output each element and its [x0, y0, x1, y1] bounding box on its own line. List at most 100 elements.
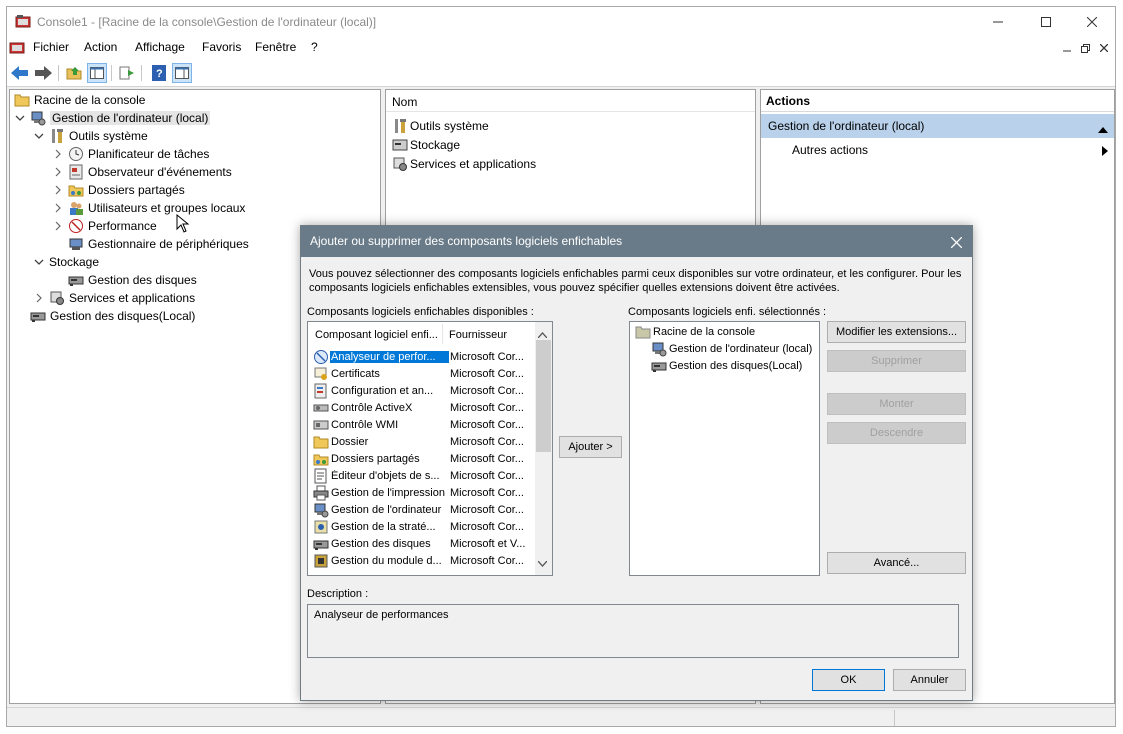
- chevron-right-icon[interactable]: [52, 202, 64, 214]
- minimize-button[interactable]: [975, 7, 1021, 37]
- menu-fenetre[interactable]: Fenêtre: [255, 40, 296, 54]
- result-item-services-applications[interactable]: Services et applications: [392, 155, 536, 173]
- column-header-vendor[interactable]: Fournisseur: [449, 329, 507, 345]
- advanced-button[interactable]: Avancé...: [827, 552, 966, 574]
- snapin-vendor: Microsoft Cor...: [450, 452, 524, 465]
- tree-item-task-scheduler[interactable]: Planificateur de tâches: [52, 145, 209, 163]
- column-header-name[interactable]: Nom: [386, 90, 755, 112]
- snapin-list-item[interactable]: Certificats Microsoft Cor...: [313, 365, 533, 382]
- mdi-minimize-icon[interactable]: [1059, 41, 1075, 55]
- export-list-icon[interactable]: [117, 63, 137, 83]
- toolbar: ?: [7, 59, 1115, 87]
- tree-item-console-root[interactable]: Racine de la console: [14, 91, 145, 109]
- clock-icon: [68, 146, 84, 162]
- up-folder-icon[interactable]: [64, 63, 84, 83]
- menu-affichage[interactable]: Affichage: [135, 40, 185, 54]
- remove-button[interactable]: Supprimer: [827, 350, 966, 372]
- snapin-list-item[interactable]: Configuration et an... Microsoft Cor...: [313, 382, 533, 399]
- tree-item-computer-management[interactable]: Gestion de l'ordinateur (local): [14, 109, 211, 127]
- console-icon[interactable]: [9, 40, 25, 59]
- chevron-right-icon[interactable]: [33, 292, 45, 304]
- scrollbar-thumb[interactable]: [536, 340, 551, 452]
- menu-favoris[interactable]: Favoris: [202, 40, 241, 54]
- tree-item-storage[interactable]: Stockage: [33, 253, 99, 271]
- svg-text:?: ?: [156, 68, 163, 80]
- add-button[interactable]: Ajouter >: [559, 436, 622, 458]
- show-action-pane-icon[interactable]: [172, 63, 192, 83]
- action-more-actions[interactable]: Autres actions: [792, 143, 868, 157]
- snapin-list-item[interactable]: Gestion du module d... Microsoft Cor...: [313, 552, 533, 569]
- policy-editor-icon: [313, 468, 329, 484]
- selected-item-computer-management[interactable]: Gestion de l'ordinateur (local): [651, 340, 812, 357]
- show-tree-icon[interactable]: [87, 63, 107, 83]
- tree-item-disk-management[interactable]: Gestion des disques: [68, 271, 197, 289]
- tree-item-system-tools[interactable]: Outils système: [33, 127, 148, 145]
- printer-icon: [313, 485, 329, 501]
- selected-snapins-list[interactable]: Racine de la console Gestion de l'ordina…: [629, 321, 820, 576]
- chevron-down-icon[interactable]: [33, 256, 45, 268]
- submenu-arrow-icon[interactable]: [1102, 145, 1108, 159]
- move-down-button[interactable]: Descendre: [827, 422, 966, 444]
- result-item-system-tools[interactable]: Outils système: [392, 117, 489, 135]
- chevron-right-icon[interactable]: [52, 148, 64, 160]
- tree-item-device-manager[interactable]: Gestionnaire de périphériques: [68, 235, 249, 253]
- edit-extensions-button[interactable]: Modifier les extensions...: [827, 321, 966, 343]
- tree-item-performance[interactable]: Performance: [52, 217, 157, 235]
- mdi-close-icon[interactable]: [1096, 41, 1112, 55]
- scroll-down-icon[interactable]: [537, 556, 548, 570]
- menu-help[interactable]: ?: [311, 40, 318, 54]
- chevron-right-icon[interactable]: [52, 184, 64, 196]
- available-snapins-list[interactable]: Composant logiciel enfi... Fournisseur A…: [307, 321, 553, 576]
- snapin-list-item[interactable]: Dossiers partagés Microsoft Cor...: [313, 450, 533, 467]
- selected-item-disk-management[interactable]: Gestion des disques(Local): [651, 357, 802, 374]
- tree-item-shared-folders[interactable]: Dossiers partagés: [52, 181, 185, 199]
- shared-folder-icon: [313, 451, 329, 467]
- snapin-list-item[interactable]: Analyseur de perfor... Microsoft Cor...: [313, 348, 533, 365]
- snapin-name: Gestion de l'impression: [331, 486, 445, 499]
- selected-item-console-root[interactable]: Racine de la console: [635, 323, 755, 340]
- snapin-list-item[interactable]: Gestion de l'ordinateur Microsoft Cor...: [313, 501, 533, 518]
- device-manager-icon: [68, 236, 84, 252]
- snapin-list-item[interactable]: Gestion des disques Microsoft et V...: [313, 535, 533, 552]
- maximize-button[interactable]: [1023, 7, 1069, 37]
- disk-icon: [68, 272, 84, 288]
- tree-item-disk-management-local[interactable]: Gestion des disques(Local): [30, 307, 195, 325]
- chevron-down-icon[interactable]: [14, 112, 26, 124]
- vertical-scrollbar[interactable]: [535, 322, 552, 575]
- snapin-vendor: Microsoft Cor...: [450, 503, 524, 516]
- ok-button[interactable]: OK: [812, 669, 885, 691]
- tree-item-services-applications[interactable]: Services et applications: [33, 289, 195, 307]
- snapin-list-item[interactable]: Contrôle ActiveX Microsoft Cor...: [313, 399, 533, 416]
- menu-action[interactable]: Action: [84, 40, 117, 54]
- menu-fichier[interactable]: Fichier: [33, 40, 69, 54]
- snapin-list-item[interactable]: Dossier Microsoft Cor...: [313, 433, 533, 450]
- move-up-button[interactable]: Monter: [827, 393, 966, 415]
- scroll-up-icon[interactable]: [537, 327, 548, 341]
- result-item-storage[interactable]: Stockage: [392, 136, 460, 154]
- cancel-button[interactable]: Annuler: [893, 669, 966, 691]
- mouse-cursor-icon: [176, 213, 190, 237]
- snapin-list-item[interactable]: Gestion de la straté... Microsoft Cor...: [313, 518, 533, 535]
- snapin-list-item[interactable]: Éditeur d'objets de s... Microsoft Cor...: [313, 467, 533, 484]
- dialog-title: Ajouter ou supprimer des composants logi…: [301, 226, 972, 257]
- dialog-close-icon[interactable]: [946, 232, 966, 252]
- chevron-right-icon[interactable]: [52, 220, 64, 232]
- chevron-right-icon[interactable]: [52, 166, 64, 178]
- actions-section-computer-management[interactable]: Gestion de l'ordinateur (local): [761, 114, 1114, 138]
- snapin-name: Contrôle ActiveX: [331, 401, 413, 414]
- tree-item-local-users[interactable]: Utilisateurs et groupes locaux: [52, 199, 245, 217]
- tools-icon: [392, 118, 408, 134]
- help-icon[interactable]: ?: [149, 63, 169, 83]
- back-arrow-icon[interactable]: [10, 63, 30, 83]
- chevron-down-icon[interactable]: [33, 130, 45, 142]
- close-button[interactable]: [1069, 7, 1115, 37]
- tree-item-event-viewer[interactable]: Observateur d'événements: [52, 163, 232, 181]
- mdi-restore-icon[interactable]: [1077, 41, 1093, 55]
- forward-arrow-icon[interactable]: [33, 63, 53, 83]
- snapin-list-item[interactable]: Contrôle WMI Microsoft Cor...: [313, 416, 533, 433]
- snapin-list-item[interactable]: Gestion de l'impression Microsoft Cor...: [313, 484, 533, 501]
- column-header-snapin[interactable]: Composant logiciel enfi...: [315, 329, 438, 345]
- policy-icon: [313, 519, 329, 535]
- title-bar: Console1 - [Racine de la console\Gestion…: [7, 7, 1115, 37]
- collapse-up-icon[interactable]: [1098, 122, 1108, 136]
